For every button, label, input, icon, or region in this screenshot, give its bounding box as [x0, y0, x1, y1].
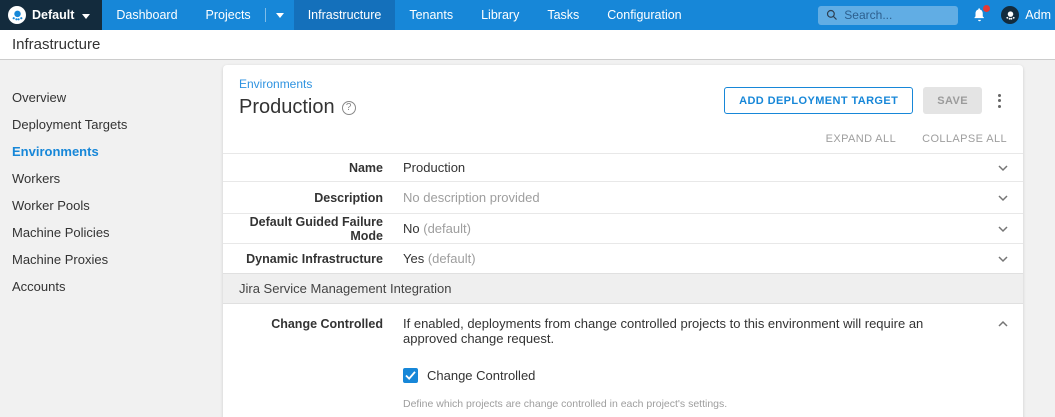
sidebar-item-overview[interactable]: Overview	[12, 84, 223, 111]
row-dynamic-infrastructure-label: Dynamic Infrastructure	[223, 252, 383, 266]
collapse-all-link[interactable]: COLLAPSE ALL	[922, 133, 1007, 145]
nav-item-configuration[interactable]: Configuration	[593, 0, 695, 30]
row-guided-failure-label: Default Guided Failure Mode	[223, 215, 383, 243]
row-guided-failure-value: No (default)	[403, 221, 471, 236]
row-description-label: Description	[223, 191, 383, 205]
search-input[interactable]	[844, 8, 944, 22]
card-header: Environments Production ADD DEPLOYMENT T…	[223, 65, 1023, 119]
row-name-value: Production	[403, 160, 465, 175]
search-box[interactable]	[818, 6, 958, 25]
space-name: Default	[32, 8, 74, 22]
chevron-down-icon[interactable]	[997, 225, 1009, 233]
sidebar-item-machine-policies[interactable]: Machine Policies	[12, 219, 223, 246]
add-deployment-target-button[interactable]: ADD DEPLOYMENT TARGET	[724, 87, 913, 114]
row-change-controlled: Change Controlled If enabled, deployment…	[223, 304, 1023, 417]
user-name: Adm	[1025, 8, 1051, 22]
row-guided-failure[interactable]: Default Guided Failure Mode No (default)	[223, 213, 1023, 243]
page-title: Infrastructure	[12, 36, 100, 53]
save-button[interactable]: SAVE	[923, 87, 982, 114]
environment-card: Environments Production ADD DEPLOYMENT T…	[223, 65, 1023, 417]
page-title-bar: Infrastructure	[0, 30, 1055, 60]
sidebar-item-workers[interactable]: Workers	[12, 165, 223, 192]
top-navigation: Default Dashboard Projects Infrastructur…	[0, 0, 1055, 30]
sidebar-item-accounts[interactable]: Accounts	[12, 273, 223, 300]
user-avatar	[1001, 6, 1019, 24]
expand-collapse-controls: EXPAND ALL COLLAPSE ALL	[223, 119, 1023, 153]
sidebar-item-machine-proxies[interactable]: Machine Proxies	[12, 246, 223, 273]
chevron-down-icon	[82, 6, 90, 24]
sidebar-item-environments[interactable]: Environments	[12, 138, 223, 165]
environment-title: Production	[239, 96, 335, 119]
row-name[interactable]: Name Production	[223, 153, 1023, 181]
overflow-menu-icon[interactable]	[992, 90, 1007, 112]
chevron-down-icon[interactable]	[997, 194, 1009, 202]
nav-item-dashboard[interactable]: Dashboard	[102, 0, 191, 30]
expand-all-link[interactable]: EXPAND ALL	[826, 133, 896, 145]
nav-item-tasks[interactable]: Tasks	[533, 0, 593, 30]
change-controlled-checkbox-row[interactable]: Change Controlled	[403, 368, 967, 383]
change-controlled-checkbox[interactable]	[403, 368, 418, 383]
chevron-down-icon[interactable]	[997, 164, 1009, 172]
row-dynamic-infrastructure-value: Yes (default)	[403, 251, 476, 266]
sidebar: Overview Deployment Targets Environments…	[0, 60, 223, 416]
jira-section-header: Jira Service Management Integration	[223, 273, 1023, 304]
search-icon	[826, 9, 838, 21]
row-description-value: No description provided	[403, 190, 540, 205]
change-controlled-note: Define which projects are change control…	[403, 398, 967, 417]
change-controlled-summary: If enabled, deployments from change cont…	[403, 316, 967, 346]
change-controlled-checkbox-label: Change Controlled	[427, 368, 535, 383]
breadcrumb[interactable]: Environments	[239, 77, 312, 91]
change-controlled-label: Change Controlled	[223, 316, 383, 331]
row-dynamic-infrastructure[interactable]: Dynamic Infrastructure Yes (default)	[223, 243, 1023, 273]
projects-dropdown-button[interactable]	[266, 0, 294, 30]
sidebar-item-deployment-targets[interactable]: Deployment Targets	[12, 111, 223, 138]
nav-item-tenants[interactable]: Tenants	[395, 0, 467, 30]
notification-badge	[983, 5, 990, 12]
octopus-logo-icon	[8, 6, 26, 24]
chevron-down-icon[interactable]	[997, 255, 1009, 263]
chevron-up-icon[interactable]	[997, 316, 1009, 328]
user-menu[interactable]: Adm	[1001, 6, 1051, 24]
sidebar-item-worker-pools[interactable]: Worker Pools	[12, 192, 223, 219]
row-description[interactable]: Description No description provided	[223, 181, 1023, 213]
help-icon[interactable]	[342, 101, 356, 115]
space-switcher[interactable]: Default	[0, 0, 102, 30]
nav-items: Dashboard Projects Infrastructure Tenant…	[102, 0, 695, 30]
row-name-label: Name	[223, 161, 383, 175]
nav-item-infrastructure[interactable]: Infrastructure	[294, 0, 396, 30]
nav-item-library[interactable]: Library	[467, 0, 533, 30]
notifications-button[interactable]	[972, 7, 987, 23]
nav-item-projects[interactable]: Projects	[192, 0, 265, 30]
topnav-right: Adm	[818, 0, 1055, 30]
